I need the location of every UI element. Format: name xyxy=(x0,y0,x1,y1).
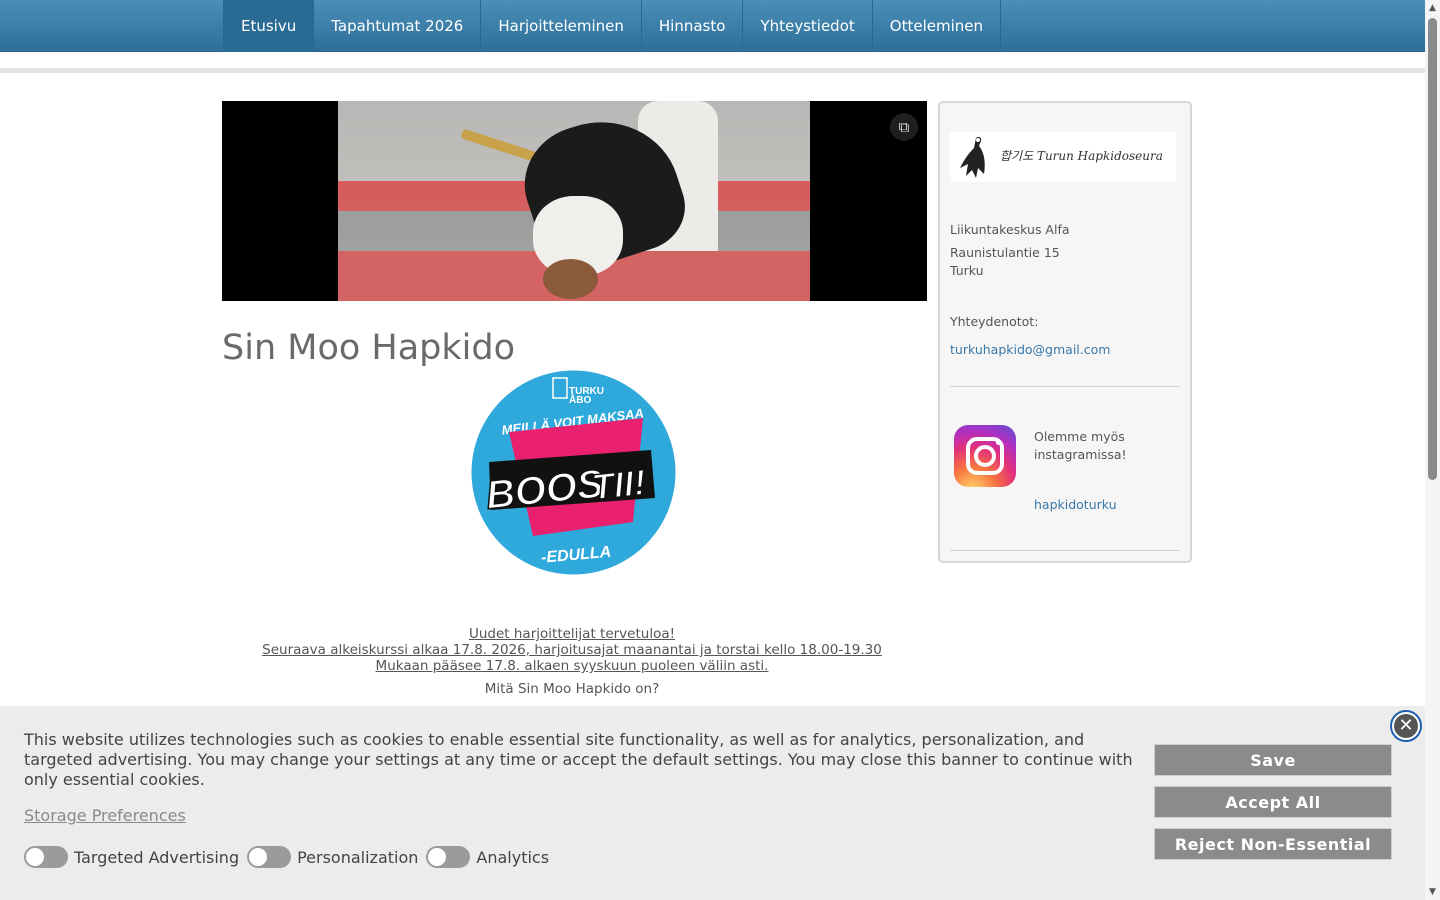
close-icon: ✕ xyxy=(1394,714,1418,738)
nav-item-otteleminen[interactable]: Otteleminen xyxy=(871,0,1001,52)
instagram-text: Olemme myös instagramissa! xyxy=(1034,429,1127,462)
nav-item-harjoitteleminen[interactable]: Harjoitteleminen xyxy=(480,0,641,52)
targeted-advertising-label: Targeted Advertising xyxy=(74,847,240,867)
photo-figure-head xyxy=(543,259,598,299)
personalization-label: Personalization xyxy=(297,847,419,867)
page-title: Sin Moo Hapkido xyxy=(222,328,516,368)
nav-menu: Etusivu Tapahtumat 2026 Harjoitteleminen… xyxy=(223,0,1001,52)
contact-email-link[interactable]: turkuhapkido@gmail.com xyxy=(950,342,1110,357)
scroll-thumb[interactable] xyxy=(1428,18,1437,480)
instagram-icon[interactable] xyxy=(954,425,1016,487)
badge-word-tii: TII! xyxy=(590,461,648,507)
intro-question: Mitä Sin Moo Hapkido on? xyxy=(484,681,660,697)
analytics-label: Analytics xyxy=(476,847,550,867)
nav-item-hinnasto[interactable]: Hinnasto xyxy=(640,0,743,52)
scroll-up-arrow-icon[interactable]: ▲ xyxy=(1428,3,1437,13)
analytics-toggle[interactable] xyxy=(426,846,471,868)
sidebar-divider-bottom xyxy=(950,550,1180,551)
scroll-down-arrow-icon[interactable]: ▼ xyxy=(1428,887,1437,897)
close-banner-button[interactable]: ✕ xyxy=(1390,710,1422,742)
external-link-icon[interactable]: ⧉ xyxy=(890,113,918,141)
nav-divider xyxy=(0,68,1425,73)
boostii-badge: TURKU ÅBO MEILLÄ VOIT MAKSAA BOOS TII! -… xyxy=(471,370,676,575)
instagram-lens xyxy=(974,445,996,467)
cookie-banner: This website utilizes technologies such … xyxy=(0,706,1425,900)
storage-preferences-link[interactable]: Storage Preferences xyxy=(24,806,186,825)
instagram-dot xyxy=(996,440,1001,445)
sidebar-divider xyxy=(950,386,1180,387)
venue-city: Turku xyxy=(950,263,984,278)
eagle-icon xyxy=(960,137,985,178)
nav-item-yhteystiedot[interactable]: Yhteystiedot xyxy=(742,0,871,52)
intro-text: Uudet harjoittelijat tervetuloa! Seuraav… xyxy=(222,626,922,697)
top-navigation: Etusivu Tapahtumat 2026 Harjoitteleminen… xyxy=(0,0,1425,52)
intro-welcome: Uudet harjoittelijat tervetuloa! xyxy=(468,626,676,642)
targeted-advertising-toggle[interactable] xyxy=(24,846,68,868)
accept-all-button[interactable]: Accept All xyxy=(1154,786,1392,818)
instagram-handle-link[interactable]: hapkidoturku xyxy=(1034,497,1117,512)
cookie-toggles: Targeted Advertising Personalization Ana… xyxy=(24,846,557,868)
club-logo: 합기도 Turun Hapkidoseura xyxy=(950,132,1176,182)
page-scrollbar[interactable]: ▲ ▼ xyxy=(1425,0,1440,900)
save-button[interactable]: Save xyxy=(1154,744,1392,776)
club-logo-text: 합기도 Turun Hapkidoseura xyxy=(1000,149,1163,163)
venue-name: Liikuntakeskus Alfa xyxy=(950,222,1070,237)
nav-item-etusivu[interactable]: Etusivu xyxy=(223,0,314,52)
intro-join-period: Mukaan pääsee 17.8. alkaen syyskuun puol… xyxy=(375,658,769,674)
hapkido-roll-photo xyxy=(338,101,810,301)
contact-label: Yhteydenotot: xyxy=(950,314,1039,329)
intro-course-start: Seuraava alkeiskurssi alkaa 17.8. 2026, … xyxy=(262,642,882,658)
hero-image[interactable]: ⧉ xyxy=(222,101,927,301)
venue-street: Raunistulantie 15 xyxy=(950,245,1060,260)
contact-sidebar: 합기도 Turun Hapkidoseura Liikuntakeskus Al… xyxy=(938,101,1192,563)
reject-non-essential-button[interactable]: Reject Non-Essential xyxy=(1154,828,1392,860)
badge-city-sv: ÅBO xyxy=(569,393,591,406)
nav-item-tapahtumat[interactable]: Tapahtumat 2026 xyxy=(313,0,480,52)
cookie-message: This website utilizes technologies such … xyxy=(24,730,1133,789)
personalization-toggle[interactable] xyxy=(247,846,292,868)
